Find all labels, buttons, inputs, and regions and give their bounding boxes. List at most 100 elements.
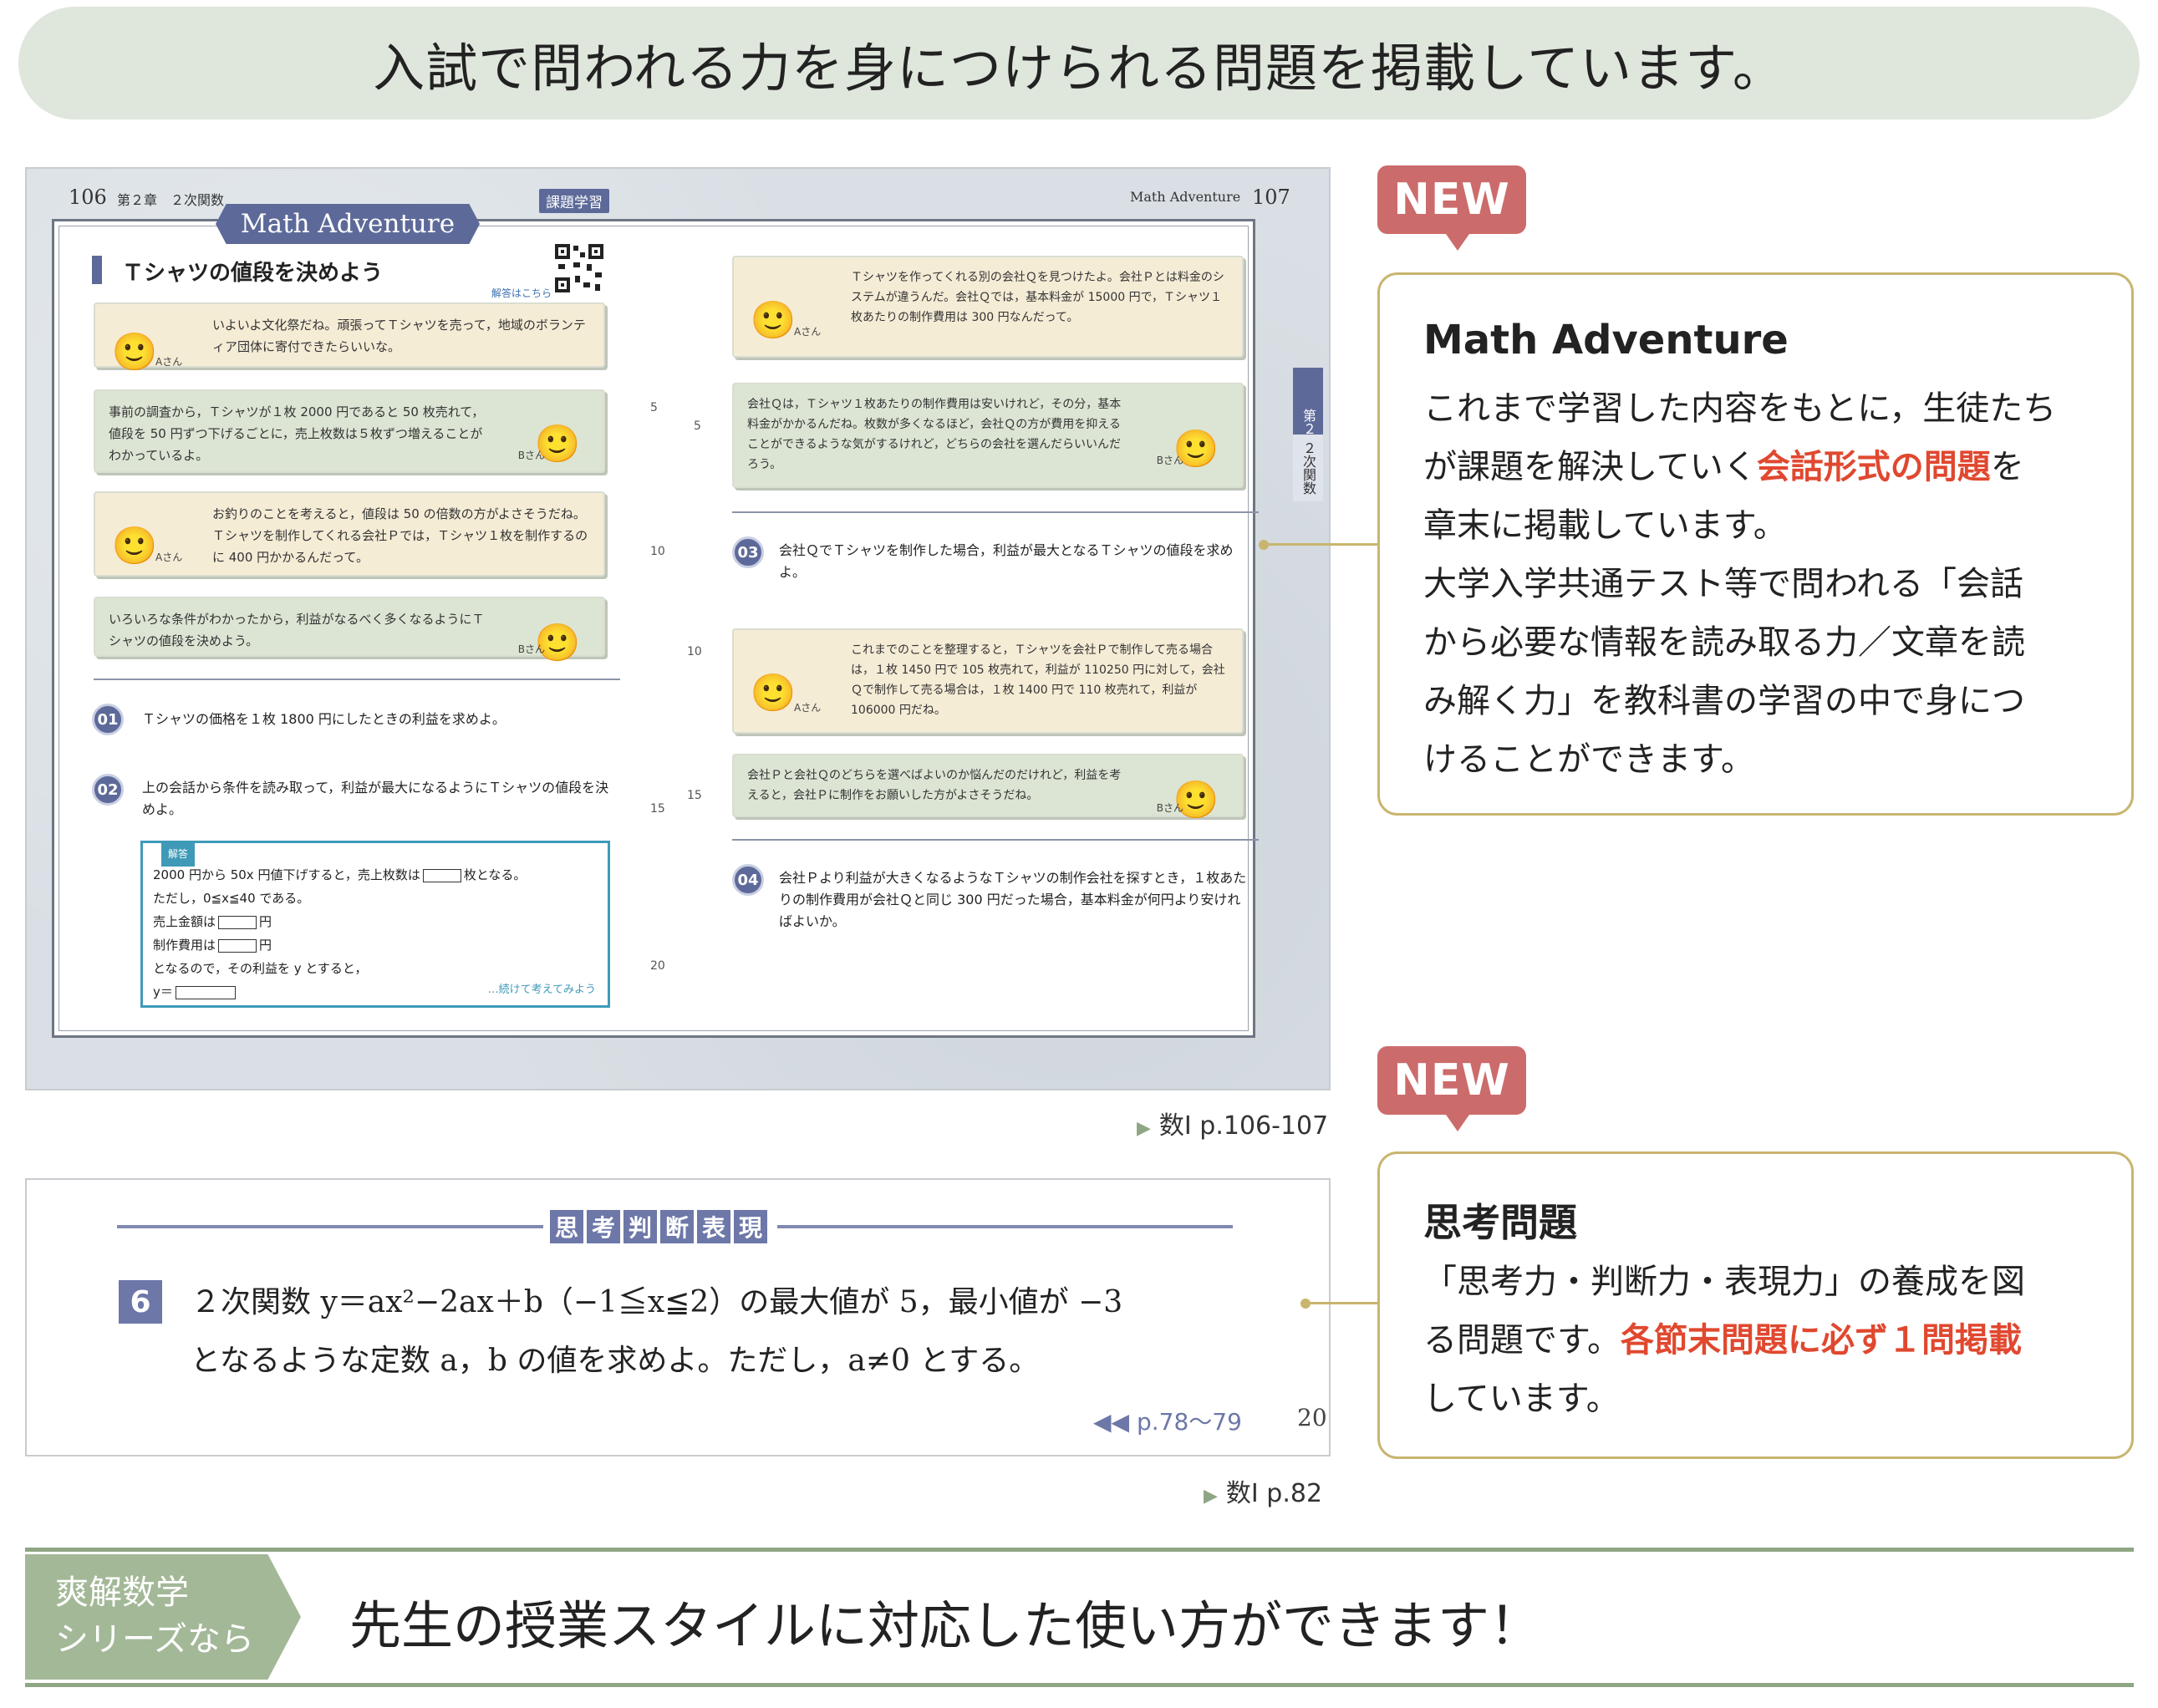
callout-math-adventure: Math Adventure これまで学習した内容をもとに，生徒たち が課題を解… — [1377, 272, 2134, 816]
callout-thinking-problem: 思考問題 「思考力・判断力・表現力」の養成を図 る問題です。各節末問題に必ず１問… — [1377, 1151, 2134, 1459]
answer-box: 解答 2000 円から 50x 円値下げすると，売上枚数は 枚となる。 ただし，0… — [140, 841, 610, 1008]
answer-blank[interactable] — [218, 938, 257, 953]
line-number: 10 — [687, 645, 702, 658]
bubble-text: いろいろな条件がわかったから，利益がなるべく多くなるようにＴシャツの値段を決めよ… — [109, 612, 485, 648]
dialogue-bubble: 🙂 Bさん 事前の調査から，Ｔシャツが１枚 2000 円であると 50 枚売れて… — [94, 389, 605, 473]
dialogue-divider — [732, 511, 1259, 513]
left-page-number: 106 — [69, 186, 107, 209]
speaker-label: Aさん — [794, 702, 822, 714]
speaker-label: Aさん — [155, 356, 183, 368]
bottom-bottom-rule — [25, 1683, 2134, 1687]
answer-line: 2000 円から 50x 円値下げすると，売上枚数は 枚となる。 — [153, 867, 527, 882]
speaker-label: Aさん — [155, 552, 183, 563]
problem-number: 6 — [119, 1280, 162, 1324]
line-number: 15 — [650, 802, 665, 816]
series-label-line1: 爽解数学 — [55, 1573, 189, 1612]
triangle-right-icon: ▶ — [1137, 1118, 1151, 1139]
highlight-text: 各節末問題に必ず１問掲載 — [1621, 1321, 2022, 1360]
speaker-label: Aさん — [794, 326, 822, 338]
bubble-text: いよいよ文化祭だね。頑張ってＴシャツを売って，地域のボランティア団体に寄付できた… — [212, 318, 586, 354]
series-label-line2: シリーズなら — [55, 1620, 254, 1659]
bubble-text: Ｔシャツを作ってくれる別の会社Ｑを見つけたよ。会社Ｐとは料金のシステムが違うんだ… — [851, 271, 1224, 324]
heading-char: 表 — [697, 1210, 730, 1243]
tagline: 先生の授業スタイルに対応した使い方ができます！ — [349, 1595, 1542, 1656]
question-number-01: 01 — [92, 704, 124, 735]
callout-title: 思考問題 — [1423, 1200, 1577, 1245]
answer-line: となるので，その利益を y とすると， — [153, 961, 368, 976]
dialogue-bubble: 🙂 Aさん いよいよ文化祭だね。頑張ってＴシャツを売って，地域のボランティア団体… — [94, 302, 605, 371]
problem-line-2: となるような定数 a，b の値を求めよ。ただし，a≠0 とする。 — [191, 1344, 1040, 1378]
speaker-label: Bさん — [517, 450, 545, 461]
question-text-04: 会社Ｐより利益が大きくなるようなＴシャツの制作会社を探すとき，１枚あたりの制作費… — [779, 870, 1247, 929]
problem-reference-link[interactable]: ◀◀ p.78〜79 — [1093, 1404, 1242, 1437]
dialogue-bubble: 🙂 Aさん お釣りのことを考えると，値段は 50 の倍数の方がよさそうだね。Ｔシ… — [94, 491, 605, 577]
section-title: Ｔシャツの値段を決めよう — [122, 261, 384, 286]
question-number-02: 02 — [92, 774, 124, 806]
bubble-text: お釣りのことを考えると，値段は 50 の倍数の方がよさそうだね。Ｔシャツを制作し… — [212, 506, 588, 565]
math-adventure-ribbon: Math Adventure — [216, 204, 480, 244]
dialogue-bubble: 🙂 Aさん Ｔシャツを作ってくれる別の会社Ｑを見つけたよ。会社Ｐとは料金のシステ… — [732, 256, 1244, 358]
connector-line — [1264, 543, 1377, 546]
dialogue-divider — [732, 839, 1259, 841]
bubble-text: 事前の調査から，Ｔシャツが１枚 2000 円であると 50 枚売れて，値段を 5… — [109, 404, 485, 463]
question-number-04: 04 — [732, 864, 764, 896]
line-number: 10 — [650, 545, 665, 558]
line-number: 5 — [650, 401, 658, 414]
problem-line-1: ２次関数 y＝ax²−2ax＋b（−1≦x≦2）の最大値が 5，最小値が −3 — [191, 1285, 1123, 1319]
speaker-label: Bさん — [1156, 455, 1183, 466]
dialogue-divider — [94, 679, 620, 680]
question-text-03: 会社ＱでＴシャツを制作した場合，利益が最大となるＴシャツの値段を求めよ。 — [779, 542, 1234, 580]
answer-tag: 解答 — [161, 841, 196, 867]
speaker-label: Bさん — [517, 643, 545, 655]
question-text-01: Ｔシャツの価格を１枚 1800 円にしたときの利益を求めよ。 — [142, 711, 506, 727]
answer-line: 制作費用は円 — [153, 938, 272, 953]
callout-title: Math Adventure — [1423, 317, 1789, 363]
callout-body: これまで学習した内容をもとに，生徒たち が課題を解決していく会話形式の問題を 章… — [1423, 389, 2057, 779]
answer-blank[interactable] — [422, 868, 461, 882]
chapter-side-tab-label: ２次関数 — [1293, 435, 1323, 501]
right-header-title: Math Adventure — [1130, 189, 1241, 205]
answer-line: ただし，0≦x≦40 である。 — [153, 891, 310, 906]
answer-blank[interactable] — [218, 915, 257, 929]
connector-line — [1305, 1302, 1377, 1304]
line-number: 5 — [694, 419, 701, 433]
top-banner-text: 入試で問われる力を身につけられる問題を掲載しています。 — [373, 37, 1785, 99]
series-label: 爽解数学 シリーズなら — [25, 1554, 301, 1680]
task-study-tag: 課題学習 — [539, 189, 609, 213]
heading-char: 考 — [587, 1210, 620, 1243]
section-bar — [92, 256, 102, 284]
bubble-text: 会社Ｐと会社Ｑのどちらを選べばよいのか悩んだのだけれど，利益を考えると，会社Ｐに… — [747, 769, 1122, 802]
heading-char: 現 — [734, 1210, 767, 1243]
speaker-label: Bさん — [1156, 802, 1183, 814]
highlight-text: 会話形式の問題 — [1756, 448, 1991, 486]
new-badge-tail — [1446, 234, 1469, 251]
new-badge-tail — [1446, 1115, 1469, 1131]
qr-caption: 解答はこちら — [491, 287, 552, 299]
heading-char: 思 — [550, 1210, 583, 1243]
line-number: 15 — [687, 789, 702, 802]
caption-page-ref-2: ▶ 数Ⅰ p.82 — [1204, 1479, 1323, 1508]
right-page-number: 107 — [1252, 186, 1290, 209]
line-number: 20 — [650, 959, 665, 973]
caption-page-ref-1: ▶ 数Ⅰ p.106-107 — [1137, 1111, 1329, 1141]
question-text-02: 上の会話から条件を読み取って，利益が最大になるようにＴシャツの値段を決めよ。 — [142, 780, 609, 817]
question-number-03: 03 — [732, 536, 764, 568]
bubble-text: これまでのことを整理すると，Ｔシャツを会社Ｐで制作して売る場合は，１枚 1450… — [851, 643, 1225, 717]
dialogue-bubble: 🙂 Bさん 会社Ｐと会社Ｑのどちらを選べばよいのか悩んだのだけれど，利益を考える… — [732, 754, 1244, 819]
heading-char: 判 — [623, 1210, 657, 1243]
new-badge: NEW — [1377, 165, 1526, 234]
bottom-top-rule — [25, 1548, 2134, 1552]
new-badge: NEW — [1377, 1046, 1526, 1115]
top-banner: 入試で問われる力を身につけられる問題を掲載しています。 — [18, 7, 2140, 119]
dialogue-bubble: 🙂 Aさん これまでのことを整理すると，Ｔシャツを会社Ｐで制作して売る場合は，１… — [732, 628, 1244, 734]
answer-hint: …続けて考えてみよう — [487, 984, 596, 996]
dialogue-bubble: 🙂 Bさん いろいろな条件がわかったから，利益がなるべく多くなるようにＴシャツの… — [94, 597, 605, 662]
triangle-right-icon: ▶ — [1204, 1486, 1218, 1507]
problem-line-number: 20 — [1297, 1404, 1327, 1431]
dialogue-bubble: 🙂 Bさん 会社Ｑは，Ｔシャツ１枚あたりの制作費用は安いけれど，その分，基本料金… — [732, 383, 1244, 488]
answer-blank[interactable] — [175, 985, 236, 999]
left-chapter-label: 第２章 ２次関数 — [117, 192, 225, 208]
bubble-text: 会社Ｑは，Ｔシャツ１枚あたりの制作費用は安いけれど，その分，基本料金がかかるんだ… — [747, 398, 1122, 471]
thinking-heading: 思 考 判 断 表 現 — [543, 1210, 777, 1243]
callout-body: 「思考力・判断力・表現力」の養成を図 る問題です。各節末問題に必ず１問掲載 して… — [1423, 1263, 2025, 1418]
